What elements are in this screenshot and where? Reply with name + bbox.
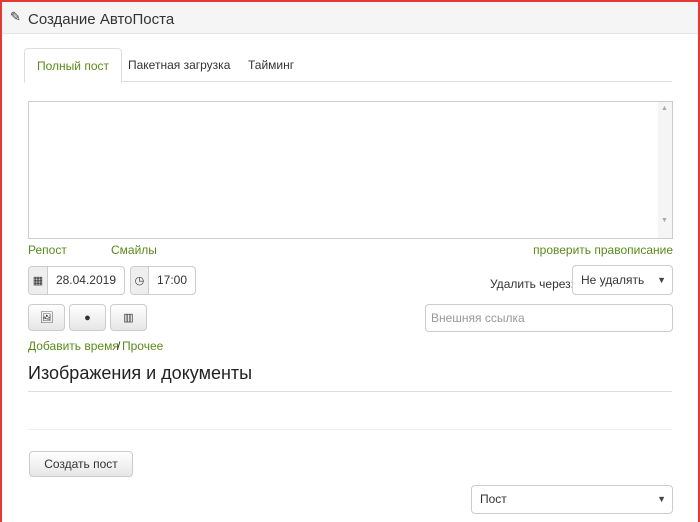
date-field[interactable]: 28.04.2019 [48,267,124,294]
scrollbar[interactable]: ▲ ▼ [658,102,672,238]
add-time-link[interactable]: Добавить время [28,339,119,353]
create-post-button[interactable]: Создать пост [29,451,133,477]
chevron-down-icon: ▼ [657,275,666,285]
post-text-area[interactable] [28,101,673,239]
time-input-group[interactable]: ◷ 17:00 [130,266,196,295]
spellcheck-link[interactable]: проверить правописание [533,243,673,257]
tab-bar: Полный пост Пакетная загрузка Тайминг [24,48,672,83]
delete-label: Удалить через: [490,277,574,291]
add-image-button[interactable]: 🖼 [28,304,65,331]
tab-timing[interactable]: Тайминг [248,48,294,82]
time-field[interactable]: 17:00 [149,267,195,294]
clock-icon: ◷ [131,267,149,294]
add-link-button[interactable]: ● [69,304,106,331]
delete-select[interactable]: Не удалять ▼ [572,265,673,295]
link-separator: / [117,339,121,353]
divider [28,391,672,392]
panel-header: ✎ Создание АвтоПоста [2,2,698,34]
image-icon: 🖼 [39,312,54,324]
other-link[interactable]: Прочее [122,339,163,353]
post-type-select[interactable]: Пост ▼ [471,485,673,514]
pencil-icon: ✎ [10,9,21,24]
post-type-value: Пост [480,492,507,506]
repost-link[interactable]: Репост [28,243,67,257]
tab-full-post[interactable]: Полный пост [24,48,122,83]
calendar-icon: ▦ [29,267,48,294]
external-link-input[interactable] [425,304,673,332]
section-title: Изображения и документы [28,363,253,383]
chevron-down-icon: ▼ [657,494,666,504]
delete-select-value: Не удалять [581,273,645,287]
add-video-button[interactable]: ▥ [110,304,147,331]
panel-title: Создание АвтоПоста [28,11,175,28]
globe-icon: ● [84,311,91,324]
date-input-group[interactable]: ▦ 28.04.2019 [28,266,125,295]
divider [28,429,672,430]
tab-batch-upload[interactable]: Пакетная загрузка [128,48,230,82]
smiles-link[interactable]: Смайлы [111,243,157,257]
film-icon: ▥ [123,312,134,324]
